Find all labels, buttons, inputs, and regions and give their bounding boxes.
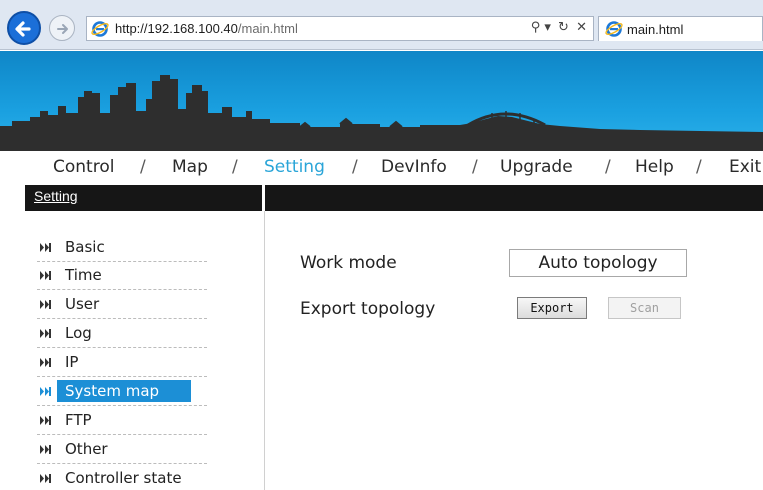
tab-title: main.html (627, 22, 684, 37)
bullet-icon (40, 387, 51, 396)
sidebar-item-other[interactable]: Other (37, 436, 207, 464)
sidebar-item-label: System map (65, 382, 160, 400)
city-skyline-graphic (0, 75, 763, 151)
bullet-icon (40, 358, 51, 367)
back-arrow-icon (15, 21, 31, 37)
search-dropdown-icon[interactable]: ⚲ ▾ (531, 20, 551, 35)
forward-button[interactable] (49, 15, 75, 41)
bullet-icon (40, 445, 51, 454)
browser-toolbar: http://192.168.100.40/main.html ⚲ ▾ ↻ ✕ … (0, 0, 763, 50)
sidebar-item-ip[interactable]: IP (37, 349, 207, 377)
nav-separator: / (472, 157, 478, 177)
bullet-icon (40, 271, 51, 280)
sidebar-item-log[interactable]: Log (37, 320, 207, 348)
url-path: /main.html (237, 21, 298, 36)
nav-help[interactable]: Help (635, 157, 674, 177)
bullet-icon (40, 329, 51, 338)
tab-ie-icon (605, 21, 623, 37)
sidebar-item-time[interactable]: Time (37, 262, 207, 290)
nav-separator: / (232, 157, 238, 177)
main-nav: Control / Map / Setting / DevInfo / Upgr… (0, 151, 763, 185)
sidebar-item-label: IP (65, 353, 79, 371)
nav-exit[interactable]: Exit (729, 157, 761, 177)
header-banner (0, 51, 763, 151)
settings-panel: Work mode Auto topology Export topology … (265, 211, 763, 490)
sidebar-item-label: User (65, 295, 100, 313)
sidebar-item-user[interactable]: User (37, 291, 207, 319)
nav-separator: / (140, 157, 146, 177)
sidebar-item-ftp[interactable]: FTP (37, 407, 207, 435)
export-topology-label: Export topology (300, 299, 436, 319)
ie-logo-icon (91, 21, 109, 37)
work-mode-label: Work mode (300, 253, 397, 273)
address-bar[interactable]: http://192.168.100.40/main.html ⚲ ▾ ↻ ✕ (86, 16, 594, 41)
sidebar-title[interactable]: Setting (34, 188, 78, 204)
sidebar-item-label: Basic (65, 238, 105, 256)
nav-upgrade[interactable]: Upgrade (500, 157, 573, 177)
refresh-icon[interactable]: ↻ (558, 20, 569, 35)
nav-setting[interactable]: Setting (264, 157, 325, 177)
scan-button[interactable]: Scan (608, 297, 681, 319)
nav-devinfo[interactable]: DevInfo (381, 157, 447, 177)
sidebar-item-label: Other (65, 440, 108, 458)
nav-control[interactable]: Control (53, 157, 114, 177)
sidebar-item-label: Time (65, 266, 102, 284)
back-button[interactable] (7, 11, 41, 45)
sidebar-item-label: Controller state (65, 469, 182, 487)
nav-map[interactable]: Map (172, 157, 208, 177)
forward-arrow-icon (57, 24, 68, 34)
url-text: http://192.168.100.40/main.html (115, 21, 298, 36)
bullet-icon (40, 474, 51, 483)
sidebar-item-system-map[interactable]: System map (37, 378, 207, 406)
nav-separator: / (352, 157, 358, 177)
nav-separator: / (605, 157, 611, 177)
url-host: http://192.168.100.40 (115, 21, 238, 36)
sidebar-item-controller-state[interactable]: Controller state (37, 465, 207, 490)
app-window: http://192.168.100.40/main.html ⚲ ▾ ↻ ✕ … (0, 0, 763, 490)
stop-icon[interactable]: ✕ (576, 20, 587, 35)
sidebar: Basic Time User Log IP System map FTP Ot… (25, 211, 265, 490)
sidebar-item-label: Log (65, 324, 92, 342)
nav-separator: / (696, 157, 702, 177)
sidebar-item-label: FTP (65, 411, 92, 429)
export-button[interactable]: Export (517, 297, 587, 319)
work-mode-select[interactable]: Auto topology (509, 249, 687, 277)
sidebar-header: Setting (25, 185, 262, 211)
address-controls: ⚲ ▾ ↻ ✕ (528, 20, 587, 35)
sidebar-item-basic[interactable]: Basic (37, 234, 207, 262)
content-header-bar (265, 185, 763, 211)
browser-tab[interactable]: main.html (598, 16, 763, 41)
bullet-icon (40, 300, 51, 309)
bullet-icon (40, 243, 51, 252)
bullet-icon (40, 416, 51, 425)
